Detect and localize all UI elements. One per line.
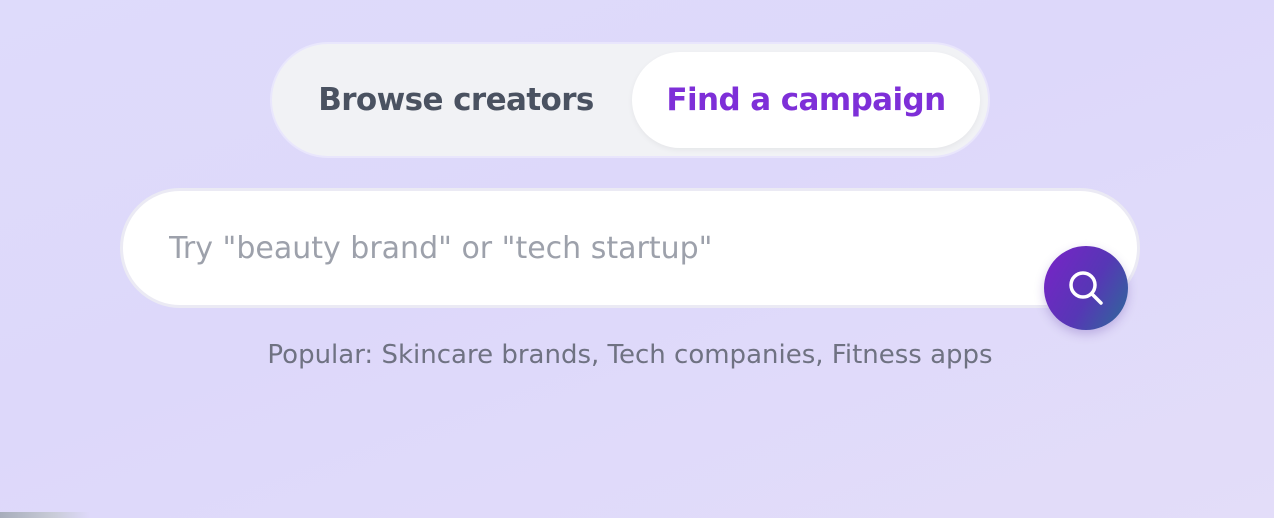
partial-image-strip [0,512,90,518]
popular-link-skincare-brands[interactable]: Skincare brands [381,340,591,370]
popular-label: Popular: [267,340,374,370]
tab-browse-creators[interactable]: Browse creators [284,52,628,148]
popular-suggestions: Popular: Skincare brands, Tech companies… [0,340,1260,370]
mode-toggle: Browse creators Find a campaign [272,44,988,156]
separator: , [591,340,608,370]
search-box [120,188,1140,308]
search-button[interactable] [1044,246,1128,330]
tab-browse-creators-label: Browse creators [318,82,594,118]
tab-find-a-campaign-label: Find a campaign [666,82,946,118]
popular-link-tech-companies[interactable]: Tech companies [608,340,816,370]
popular-link-fitness-apps[interactable]: Fitness apps [832,340,993,370]
separator: , [815,340,832,370]
search-input[interactable] [169,215,1029,281]
search-icon [1069,271,1103,305]
tab-find-a-campaign[interactable]: Find a campaign [632,52,980,148]
